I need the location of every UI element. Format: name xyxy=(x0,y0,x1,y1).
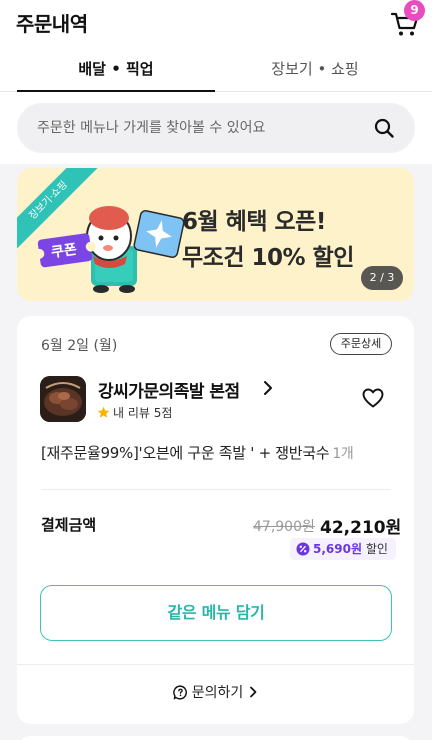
menu-count: 1개 xyxy=(332,446,354,462)
discount-coin-icon xyxy=(296,542,310,556)
discount-badge: 5,690원 할인 xyxy=(290,538,396,560)
heart-icon[interactable] xyxy=(362,388,384,408)
discount-label: 할인 xyxy=(365,542,388,556)
tab-grocery-shopping[interactable]: 장보기 • 쇼핑 xyxy=(216,48,414,92)
order-type-tabs: 배달 • 픽업 장보기 • 쇼핑 xyxy=(0,48,432,92)
page-title: 주문내역 xyxy=(16,12,88,36)
search-section: 주문한 메뉴나 가게를 찾아볼 수 있어요 xyxy=(0,92,432,164)
promo-banner[interactable]: 장보기·쇼핑 쿠폰 6월 혜택 오픈! 무조건 10% 할인 2 / 3 xyxy=(17,168,414,301)
menu-text: [재주문율99%]'오븐에 구운 족발 ' + 쟁반국수 xyxy=(41,444,330,462)
review-text: 내 리뷰 5점 xyxy=(113,406,173,420)
star-icon xyxy=(97,406,110,418)
banner-headline: 6월 혜택 오픈! xyxy=(182,209,326,235)
order-date: 6월 2일 (월) xyxy=(41,338,118,354)
inquiry-button[interactable]: 문의하기 xyxy=(17,682,414,702)
chevron-right-icon xyxy=(250,686,257,698)
divider xyxy=(17,664,414,665)
payment-label: 결제금액 xyxy=(41,516,97,534)
store-thumbnail[interactable] xyxy=(40,376,86,422)
original-price: 47,900원 xyxy=(253,519,315,535)
discount-amount: 5,690원 xyxy=(313,542,362,556)
cart-count-badge: 9 xyxy=(404,0,425,21)
next-order-card xyxy=(17,736,414,740)
search-icon[interactable] xyxy=(373,117,395,139)
search-placeholder: 주문한 메뉴나 가게를 찾아볼 수 있어요 xyxy=(37,120,266,136)
ordered-menu: [재주문율99%]'오븐에 구운 족발 ' + 쟁반국수 1개 xyxy=(41,442,354,463)
divider xyxy=(41,489,391,490)
final-price: 42,210원 xyxy=(320,518,402,538)
reorder-same-menu-button[interactable]: 같은 메뉴 담기 xyxy=(40,585,392,641)
tab-delivery-pickup[interactable]: 배달 • 픽업 xyxy=(17,48,215,92)
my-review: 내 리뷰 5점 xyxy=(97,404,172,421)
food-photo xyxy=(40,376,86,422)
inquiry-label: 문의하기 xyxy=(191,685,244,701)
order-detail-button[interactable]: 주문상세 xyxy=(330,333,392,355)
search-input[interactable]: 주문한 메뉴나 가게를 찾아볼 수 있어요 xyxy=(17,103,415,153)
app-header: 주문내역 9 xyxy=(0,0,432,48)
coupon-character-illustration: 쿠폰 xyxy=(37,206,185,293)
chevron-right-icon[interactable] xyxy=(262,380,274,396)
banner-page-indicator: 2 / 3 xyxy=(361,266,403,290)
question-circle-icon xyxy=(172,685,187,700)
order-card: 6월 2일 (월) 주문상세 강씨가문의족발 본점 내 리뷰 5점 [재주문율9… xyxy=(17,316,414,724)
banner-subheadline: 무조건 10% 할인 xyxy=(182,245,354,271)
store-name-link[interactable]: 강씨가문의족발 본점 xyxy=(98,377,240,402)
